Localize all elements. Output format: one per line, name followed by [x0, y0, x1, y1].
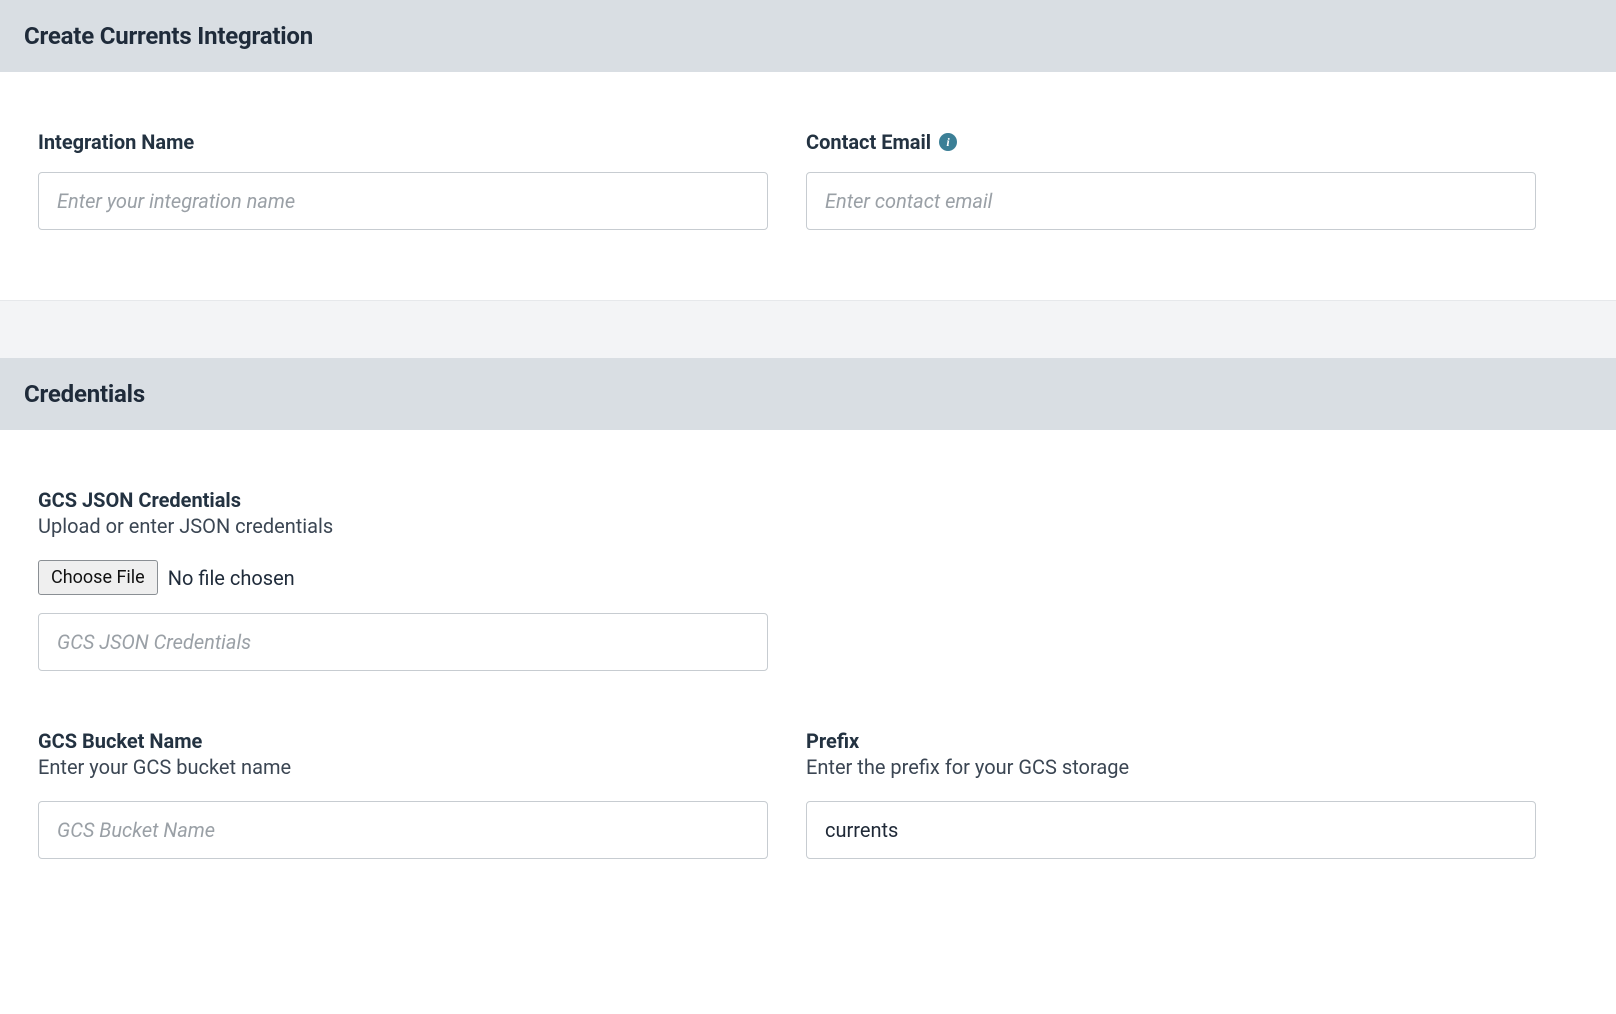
gcs-bucket-label: GCS Bucket Name — [38, 729, 202, 753]
gcs-bucket-help: Enter your GCS bucket name — [38, 755, 768, 779]
credentials-title: Credentials — [24, 380, 1592, 408]
prefix-label-row: Prefix — [806, 729, 1536, 753]
integration-name-input[interactable] — [38, 172, 768, 230]
prefix-label: Prefix — [806, 729, 859, 753]
prefix-group: Prefix Enter the prefix for your GCS sto… — [806, 729, 1536, 859]
gcs-bucket-label-row: GCS Bucket Name — [38, 729, 768, 753]
prefix-input[interactable] — [806, 801, 1536, 859]
gcs-json-help: Upload or enter JSON credentials — [38, 514, 1578, 538]
file-status-text: No file chosen — [168, 566, 295, 590]
prefix-help: Enter the prefix for your GCS storage — [806, 755, 1536, 779]
create-integration-body: Integration Name Contact Email i — [0, 72, 1616, 300]
integration-name-group: Integration Name — [38, 130, 768, 230]
contact-email-label-row: Contact Email i — [806, 130, 1536, 154]
gcs-json-label-row: GCS JSON Credentials — [38, 488, 1578, 512]
bucket-prefix-row: GCS Bucket Name Enter your GCS bucket na… — [38, 729, 1578, 859]
gcs-json-input-wrap — [38, 613, 768, 671]
create-integration-title: Create Currents Integration — [24, 22, 1592, 50]
gcs-json-label: GCS JSON Credentials — [38, 488, 241, 512]
choose-file-button[interactable]: Choose File — [38, 560, 158, 595]
contact-email-label: Contact Email — [806, 130, 931, 154]
integration-name-label-row: Integration Name — [38, 130, 768, 154]
section-divider — [0, 300, 1616, 358]
gcs-json-credentials-input[interactable] — [38, 613, 768, 671]
gcs-json-group: GCS JSON Credentials Upload or enter JSO… — [38, 488, 1578, 671]
file-upload-row: Choose File No file chosen — [38, 560, 1578, 595]
gcs-bucket-name-input[interactable] — [38, 801, 768, 859]
create-integration-header: Create Currents Integration — [0, 0, 1616, 72]
contact-email-group: Contact Email i — [806, 130, 1536, 230]
gcs-bucket-group: GCS Bucket Name Enter your GCS bucket na… — [38, 729, 768, 859]
info-icon[interactable]: i — [939, 133, 957, 151]
credentials-header: Credentials — [0, 358, 1616, 430]
credentials-body: GCS JSON Credentials Upload or enter JSO… — [0, 430, 1616, 909]
contact-email-input[interactable] — [806, 172, 1536, 230]
integration-name-label: Integration Name — [38, 130, 194, 154]
integration-form-row: Integration Name Contact Email i — [38, 130, 1578, 230]
